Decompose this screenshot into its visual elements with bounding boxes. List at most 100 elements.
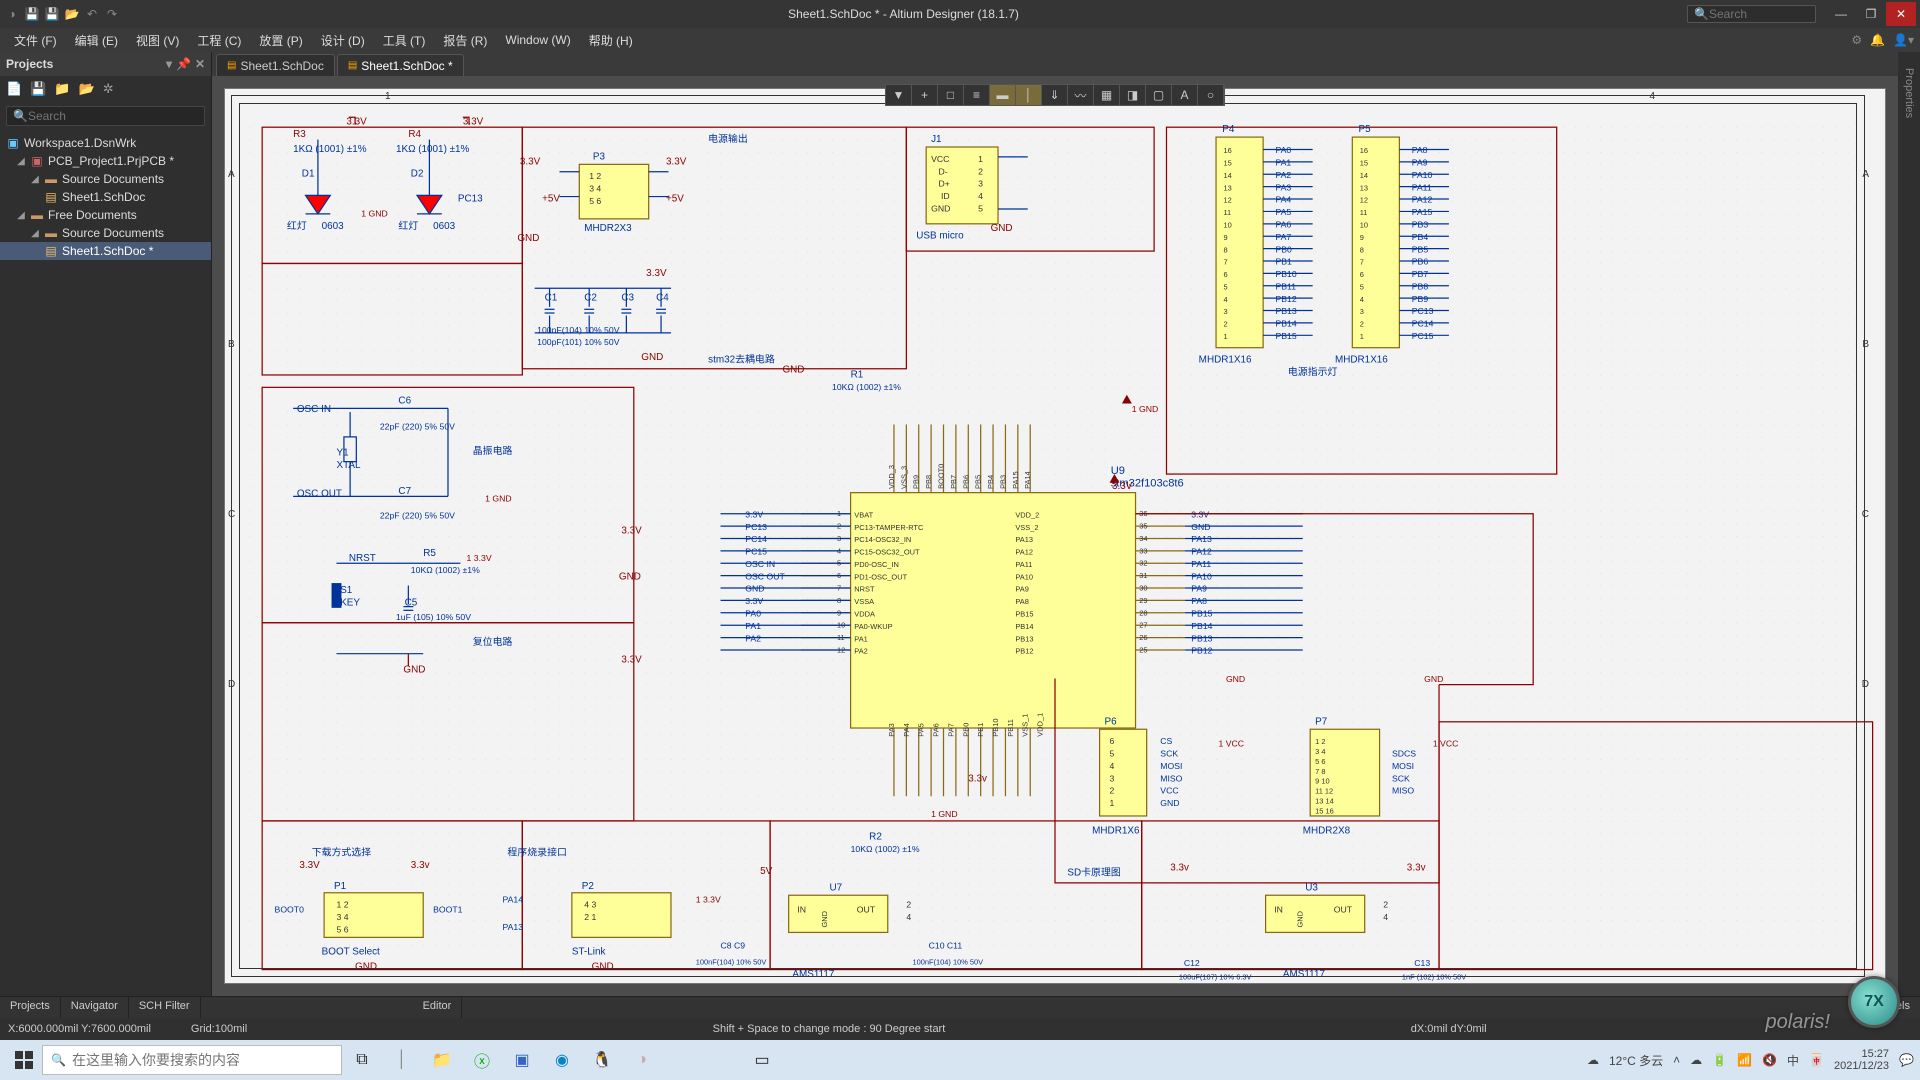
menu-tools[interactable]: 工具 (T) — [375, 30, 434, 51]
st-power[interactable]: ⇓ — [1042, 85, 1068, 105]
lower-tab-sch-filter[interactable]: SCH Filter — [129, 997, 201, 1018]
menu-edit[interactable]: 编辑 (E) — [67, 30, 126, 51]
project-tree[interactable]: ▣Workspace1.DsnWrk ◢▣PCB_Project1.PrjPCB… — [0, 130, 211, 996]
st-harness[interactable]: 〰 — [1068, 85, 1094, 105]
maximize-button[interactable]: ❐ — [1856, 2, 1886, 26]
watermark-badge: 7X — [1848, 976, 1900, 1028]
menu-project[interactable]: 工程 (C) — [189, 30, 249, 51]
schdoc-icon: ▤ — [44, 244, 58, 258]
folder-icon: ▬ — [30, 208, 44, 222]
st-wire[interactable]: │ — [1016, 85, 1042, 105]
menu-help[interactable]: 帮助 (H) — [581, 30, 641, 51]
redo-icon[interactable]: ↷ — [104, 6, 120, 22]
open-icon[interactable]: 📂 — [64, 6, 80, 22]
gear-icon[interactable]: ⚙ — [1851, 33, 1862, 47]
folder-icon: ▬ — [44, 226, 58, 240]
lower-tab-editor[interactable]: Editor — [413, 997, 463, 1018]
bell-icon[interactable]: 🔔 — [1870, 33, 1885, 47]
volume-icon[interactable]: 🔇 — [1762, 1053, 1777, 1067]
panel-toolbar: 📄 💾 📁 📂 ✲ — [0, 76, 211, 102]
wifi-icon[interactable]: 📶 — [1737, 1053, 1752, 1067]
undo-icon[interactable]: ↶ — [84, 6, 100, 22]
ime-icon[interactable]: 🀄 — [1809, 1053, 1824, 1067]
task-view-icon[interactable]: ⧉ — [342, 1042, 382, 1078]
clock[interactable]: 15:27 2021/12/23 — [1834, 1048, 1889, 1072]
tree-workspace[interactable]: ▣Workspace1.DsnWrk — [0, 134, 211, 152]
user-icon[interactable]: 👤▾ — [1893, 33, 1914, 47]
status-coord: X:6000.000mil Y:7600.000mil — [8, 1023, 151, 1035]
battery-icon[interactable]: 🔋 — [1712, 1053, 1727, 1067]
app-icon-1[interactable]: ▣ — [502, 1042, 542, 1078]
folder-icon: ▬ — [44, 172, 58, 186]
menu-file[interactable]: 文件 (F) — [6, 30, 65, 51]
panel-close-icon[interactable]: ✕ — [195, 57, 205, 71]
tb-refresh-icon[interactable]: ✲ — [103, 81, 114, 97]
panel-search[interactable]: 🔍 — [6, 106, 205, 126]
weather-icon[interactable]: ☁ — [1587, 1053, 1599, 1067]
focus-icon[interactable]: ▭ — [742, 1042, 782, 1078]
menu-place[interactable]: 放置 (P) — [251, 30, 310, 51]
panel-title: Projects — [6, 57, 53, 71]
st-net[interactable]: ▬ — [990, 85, 1016, 105]
start-button[interactable] — [6, 1042, 42, 1078]
tab-1[interactable]: ▤Sheet1.SchDoc — [216, 54, 335, 76]
xbox-icon[interactable]: ⓧ — [462, 1042, 502, 1078]
tab-2[interactable]: ▤Sheet1.SchDoc * — [337, 54, 464, 76]
tray-more-icon[interactable]: ˄ — [1673, 1053, 1680, 1067]
tree-source-docs-1[interactable]: ◢▬Source Documents — [0, 170, 211, 188]
panel-menu-icon[interactable]: ▾ — [166, 57, 172, 71]
tree-free-docs[interactable]: ◢▬Free Documents — [0, 206, 211, 224]
lower-tab-navigator[interactable]: Navigator — [61, 997, 129, 1018]
properties-tab[interactable]: Properties — [1903, 62, 1915, 124]
menu-report[interactable]: 报告 (R) — [435, 30, 495, 51]
tree-project[interactable]: ◢▣PCB_Project1.PrjPCB * — [0, 152, 211, 170]
taskbar-search[interactable]: 🔍 — [42, 1045, 342, 1075]
search-input[interactable] — [1709, 7, 1809, 21]
save-icon[interactable]: 💾 — [24, 6, 40, 22]
st-filter[interactable]: ▼ — [886, 85, 912, 105]
minimize-button[interactable]: — — [1826, 2, 1856, 26]
notifications-icon[interactable]: 💬 — [1899, 1053, 1914, 1067]
st-rect[interactable]: □ — [938, 85, 964, 105]
task-divider: │ — [382, 1042, 422, 1078]
workspace: Projects ▾ 📌 ✕ 📄 💾 📁 📂 ✲ 🔍 ▣Workspace1.D… — [0, 52, 1920, 996]
tb-compile-icon[interactable]: 📁 — [54, 81, 70, 97]
menu-design[interactable]: 设计 (D) — [313, 30, 373, 51]
bottom-tabs: Projects Navigator SCH Filter Editor Pan… — [0, 996, 1920, 1018]
tree-doc-2[interactable]: ▤Sheet1.SchDoc * — [0, 242, 211, 260]
file-explorer-icon[interactable]: 📁 — [422, 1042, 462, 1078]
lower-tab-projects[interactable]: Projects — [0, 997, 61, 1018]
st-text[interactable]: A — [1172, 85, 1198, 105]
panel-search-input[interactable] — [28, 109, 198, 123]
close-button[interactable]: ✕ — [1886, 2, 1916, 26]
edge-icon[interactable]: ◉ — [542, 1042, 582, 1078]
weather-text[interactable]: 12°C 多云 — [1609, 1052, 1663, 1069]
ime-indicator[interactable]: 中 — [1787, 1052, 1799, 1069]
st-port[interactable]: ◨ — [1120, 85, 1146, 105]
st-place[interactable]: + — [912, 85, 938, 105]
panel-pin-icon[interactable]: 📌 — [176, 57, 191, 71]
st-bus[interactable]: ≡ — [964, 85, 990, 105]
tb-open-icon[interactable]: 📂 — [79, 81, 95, 97]
save-all-icon[interactable]: 💾 — [44, 6, 60, 22]
altium-icon[interactable]: ◑ — [622, 1042, 662, 1078]
onedrive-icon[interactable]: ☁ — [1690, 1053, 1702, 1067]
titlebar-icons: ◑ 💾 💾 📂 ↶ ↷ — [4, 6, 120, 22]
schematic-sheet[interactable]: 1 4 A B C D A B C D — [224, 88, 1886, 984]
st-comp[interactable]: ▢ — [1146, 85, 1172, 105]
search-icon: 🔍 — [51, 1053, 66, 1067]
st-circle[interactable]: ○ — [1198, 85, 1224, 105]
tree-source-docs-2[interactable]: ◢▬Source Documents — [0, 224, 211, 242]
qq-icon[interactable]: 🐧 — [582, 1042, 622, 1078]
taskbar-search-input[interactable] — [72, 1052, 333, 1068]
menu-view[interactable]: 视图 (V) — [128, 30, 187, 51]
title-bar: ◑ 💾 💾 📂 ↶ ↷ Sheet1.SchDoc * - Altium Des… — [0, 0, 1920, 28]
global-search[interactable]: 🔍 — [1687, 5, 1816, 23]
system-tray: ☁ 12°C 多云 ˄ ☁ 🔋 📶 🔇 中 🀄 15:27 2021/12/23… — [1587, 1048, 1914, 1072]
tb-new-icon[interactable]: 📄 — [6, 81, 22, 97]
st-sheet[interactable]: ▦ — [1094, 85, 1120, 105]
menu-window[interactable]: Window (W) — [497, 31, 578, 49]
tree-doc-1[interactable]: ▤Sheet1.SchDoc — [0, 188, 211, 206]
tb-save-icon[interactable]: 💾 — [30, 81, 46, 97]
status-mode: Shift + Space to change mode : 90 Degree… — [713, 1023, 946, 1035]
